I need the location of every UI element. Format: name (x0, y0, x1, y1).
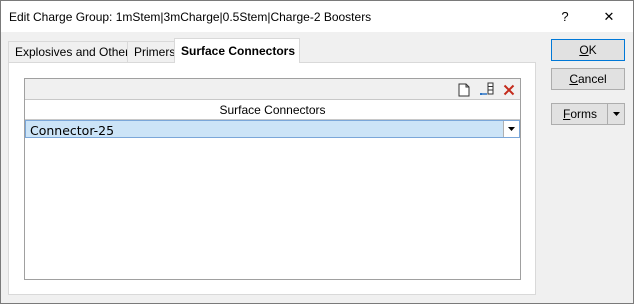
close-icon: ✕ (603, 8, 615, 24)
column-header-surface-connectors[interactable]: Surface Connectors (25, 100, 520, 120)
cancel-accelerator: C (569, 72, 578, 86)
ok-button[interactable]: OK (551, 39, 625, 61)
forms-label-rest: orms (570, 107, 597, 121)
forms-dropdown-button[interactable] (607, 104, 624, 124)
tab-surface-connectors[interactable]: Surface Connectors (174, 38, 300, 63)
row-dropdown-button[interactable] (503, 121, 519, 137)
grid-toolbar (25, 79, 520, 100)
ok-label: OK (579, 43, 596, 57)
tab-label: Primers (134, 45, 176, 59)
tab-panel-surface-connectors: Surface Connectors Connector-25 (8, 62, 536, 295)
close-button[interactable]: ✕ (587, 1, 631, 32)
tab-label: Surface Connectors (181, 44, 296, 58)
window-title: Edit Charge Group: 1mStem|3mCharge|0.5St… (9, 10, 372, 24)
forms-label: Forms (552, 107, 608, 121)
cancel-label: Cancel (569, 72, 606, 86)
chevron-down-icon (612, 112, 620, 116)
tab-label: Explosives and Others (15, 45, 136, 59)
tab-primers[interactable]: Primers (127, 41, 175, 62)
edit-charge-group-dialog: Edit Charge Group: 1mStem|3mCharge|0.5St… (0, 0, 634, 304)
add-row-icon[interactable] (478, 81, 496, 99)
help-icon: ? (561, 9, 569, 24)
ok-label-rest: K (588, 43, 597, 57)
ok-accelerator: O (579, 43, 589, 57)
forms-button[interactable]: Forms (551, 103, 625, 125)
new-document-icon[interactable] (455, 81, 473, 99)
delete-icon[interactable] (500, 81, 518, 99)
cancel-label-rest: ancel (577, 72, 607, 86)
table-row[interactable]: Connector-25 (25, 120, 520, 138)
cancel-button[interactable]: Cancel (551, 68, 625, 90)
connector-value: Connector-25 (30, 123, 115, 138)
title-bar: Edit Charge Group: 1mStem|3mCharge|0.5St… (1, 1, 633, 32)
tab-explosives-and-others[interactable]: Explosives and Others (8, 41, 135, 62)
help-button[interactable]: ? (543, 1, 587, 32)
surface-connectors-grid: Surface Connectors Connector-25 (24, 78, 521, 280)
chevron-down-icon (508, 127, 515, 131)
